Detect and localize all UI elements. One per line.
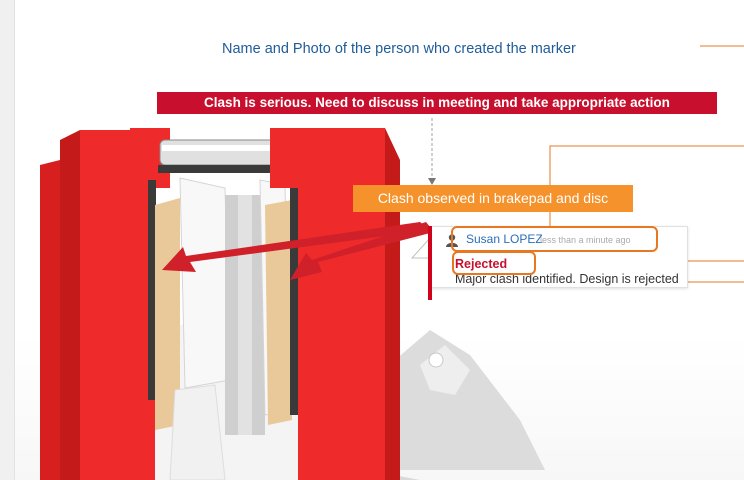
right-caliper-top [270, 128, 310, 188]
left-caliper-shadow [60, 130, 80, 480]
bracket-shape [395, 330, 545, 470]
right-brake-pad [265, 200, 292, 425]
screenshot-stage: Name and Photo of the person who created… [0, 0, 744, 480]
status-highlight-box [452, 251, 536, 275]
center-disc-highlight [238, 195, 252, 435]
top-cylinder [159, 139, 281, 166]
marker-serious-note[interactable]: Clash is serious. Need to discuss in mee… [157, 92, 717, 114]
marker-observed-note[interactable]: Clash observed in brakepad and disc [353, 185, 633, 212]
top-cylinder-shine [162, 145, 278, 151]
left-white-lower [169, 384, 226, 480]
marker-leader-arrowhead [428, 178, 436, 185]
right-backing-plate [290, 175, 298, 415]
annotation-caption-text: Name and Photo of the person who created… [222, 41, 576, 57]
left-backing-plate [148, 180, 156, 400]
author-highlight-box [451, 226, 658, 252]
left-white-structure [179, 177, 231, 389]
right-caliper-edge [385, 128, 400, 480]
right-caliper [298, 128, 385, 480]
comment-card-accent-bar [428, 226, 432, 300]
bracket-hole [428, 352, 444, 368]
top-cylinder-dark [158, 165, 280, 173]
